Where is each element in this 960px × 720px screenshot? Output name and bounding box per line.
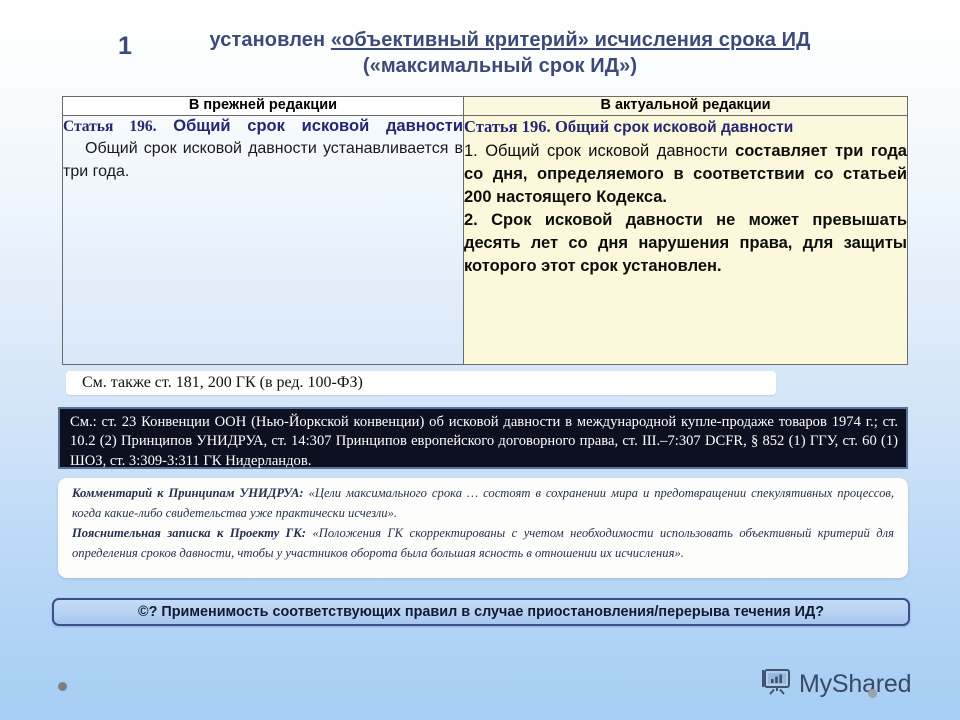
new-clause-1-number: 1. [464,141,478,160]
new-clause-2: 2. Срок исковой давности не может превыш… [464,209,907,278]
see-also-text: См. также ст. 181, 200 ГК (в ред. 100-ФЗ… [82,374,363,391]
old-article-heading: Статья 196. Общий срок исковой давности [63,116,463,137]
slide-number: 1 [118,32,132,60]
cell-new-edition: Статья 196. Общий срок исковой давности … [463,115,908,365]
old-article-title: Общий срок исковой давности [173,117,463,135]
new-clause-1-plain: Общий срок исковой давности [485,141,728,160]
myshared-watermark: MyShared [762,668,912,701]
old-article-label: Статья 196. [63,118,157,135]
old-article-paragraph: Общий срок исковой давности устанавливае… [63,140,463,181]
table-header-row: В прежней редакции В актуальной редакции [62,96,908,116]
title-underlined-text: «объективный критерий» исчисления срока … [330,29,811,51]
slide-title-block: 1 установлен «объективный критерий» исчи… [0,28,960,79]
new-article-title-part1: Общий [555,117,610,136]
table-header-new-edition: В актуальной редакции [463,96,908,116]
new-article-heading: Статья 196. Общий срок исковой давности [464,116,907,139]
new-clause-2-number: 2. [464,211,478,230]
new-clause-2-bold: Срок исковой давности не может превышать… [464,211,908,276]
title-line-2: («максимальный срок ИД») [362,54,638,77]
question-bar-text: ©? Применимость соответствующих правил в… [137,604,825,620]
commentary-block-2: Пояснительная записка к Проекту ГК: «Пол… [72,524,894,564]
title-prefix: установлен [209,29,331,51]
table-header-old-edition: В прежней редакции [62,96,464,116]
presentation-chart-icon [762,668,792,701]
myshared-watermark-text: MyShared [799,670,912,698]
citation-text: См.: ст. 23 Конвенции ООН (Нью-Йоркской … [70,414,898,469]
new-clause-1: 1. Общий срок исковой давности составляе… [464,140,907,209]
see-also-bar: См. также ст. 181, 200 ГК (в ред. 100-ФЗ… [66,371,776,395]
new-article-label: Статья 196. [464,117,551,136]
commentary-card: Комментарий к Принципам УНИДРУА: «Цели м… [58,478,908,578]
commentary-block-2-label: Пояснительная записка к Проекту ГК: [72,525,306,540]
footer-bullet-dot [58,682,67,691]
table-body-row: Статья 196. Общий срок исковой давности … [62,115,908,365]
title-line-1: установлен «объективный критерий» исчисл… [0,28,960,54]
question-bar: ©? Применимость соответствующих правил в… [52,598,910,626]
commentary-block-1: Комментарий к Принципам УНИДРУА: «Цели м… [72,484,894,524]
comparison-table: В прежней редакции В актуальной редакции… [62,96,908,365]
cell-old-edition: Статья 196. Общий срок исковой давности … [62,115,464,365]
myshared-label: MyShared [799,670,912,698]
citation-box: См.: ст. 23 Конвенции ООН (Нью-Йоркской … [58,407,908,469]
commentary-block-1-label: Комментарий к Принципам УНИДРУА: [72,486,304,500]
myshared-dot [868,689,877,698]
new-article-title-part2: срок исковой давности [613,119,794,136]
